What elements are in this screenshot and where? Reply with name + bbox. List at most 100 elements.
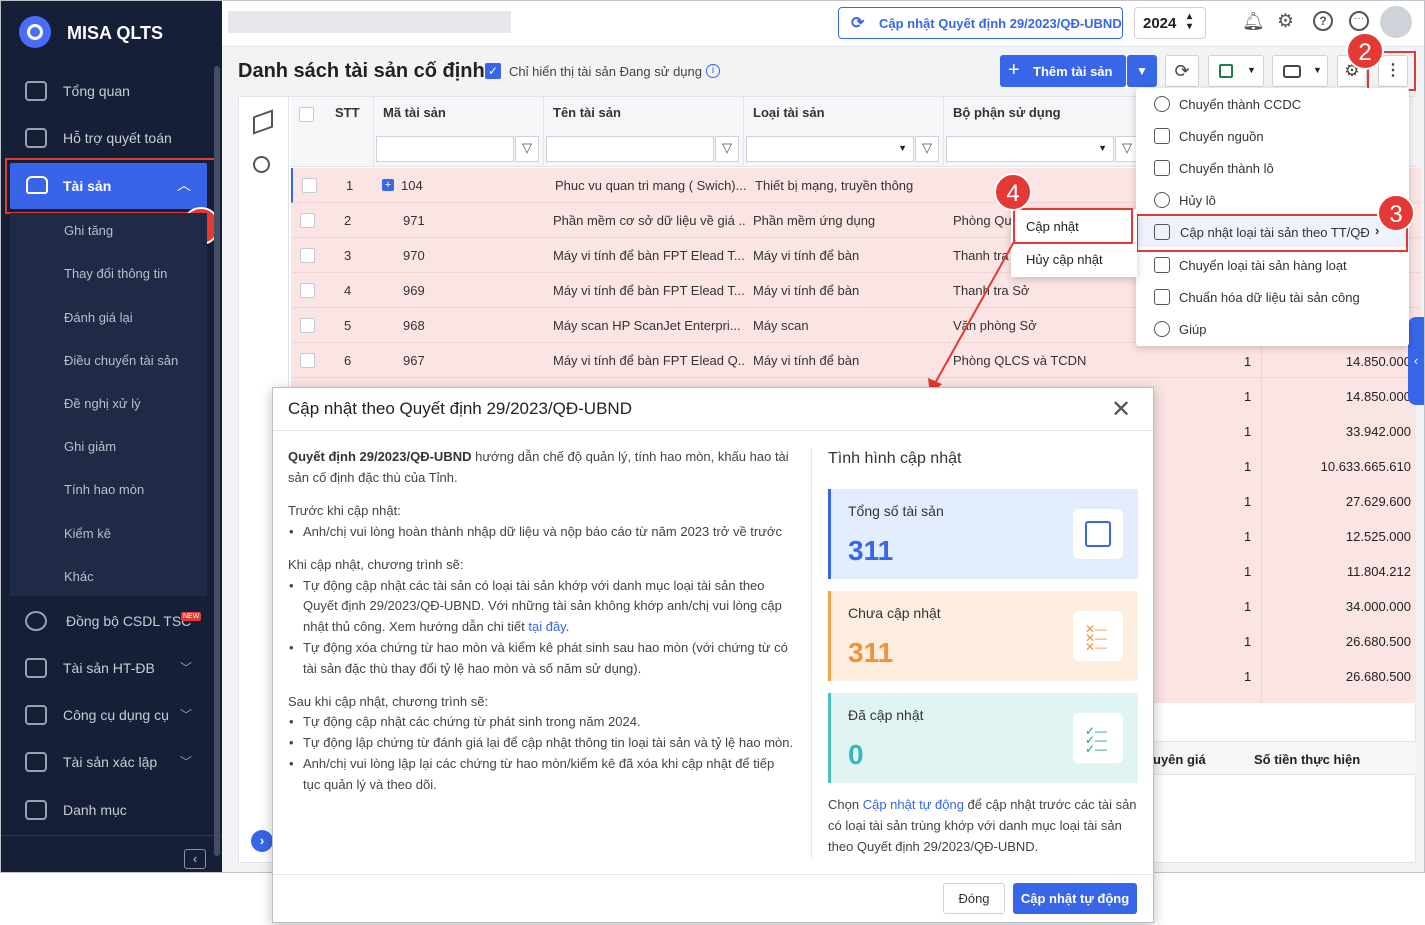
select-all-checkbox[interactable] xyxy=(299,107,314,122)
show-in-use-checkbox[interactable]: ✓ xyxy=(485,63,501,79)
add-asset-dropdown[interactable]: ▼ xyxy=(1127,55,1157,87)
highlight-box-1 xyxy=(5,158,216,214)
submenu-item-inventory[interactable]: Kiểm kê xyxy=(64,526,111,541)
sparkle-document-icon xyxy=(1154,289,1170,305)
menu-item-change-source[interactable]: Chuyển nguồn xyxy=(1136,121,1409,151)
row-checkbox[interactable] xyxy=(300,283,315,298)
list-icon xyxy=(25,800,47,820)
sidebar-item-overview[interactable]: Tổng quan xyxy=(1,71,216,111)
refresh-icon: ⟳ xyxy=(851,15,865,32)
info-icon[interactable]: i xyxy=(706,64,720,78)
sidebar-item-settlement[interactable]: Hỗ trợ quyết toán xyxy=(1,118,216,158)
stepper-icon: ▴ ▾ xyxy=(1187,11,1193,32)
submenu-item-decrease[interactable]: Ghi giảm xyxy=(64,439,116,454)
submenu-cancel-update[interactable]: Hủy cập nhật xyxy=(1026,252,1103,267)
qty-cell: 1 xyxy=(1244,459,1252,474)
filter-select-department[interactable]: ▼ xyxy=(946,136,1114,162)
close-icon[interactable]: ✕ xyxy=(1111,395,1131,424)
bell-icon[interactable]: 🔔︎ xyxy=(1242,11,1265,32)
sidebar-item-sync[interactable]: Đồng bộ CSDL TSC NEW xyxy=(1,601,216,641)
page-title: Danh sách tài sản cố định xyxy=(238,60,485,82)
qty-cell: 1 xyxy=(1244,389,1252,404)
submenu-item-increase[interactable]: Ghi tăng xyxy=(64,223,113,238)
convert-icon xyxy=(1154,96,1170,112)
column-header-code[interactable]: Mã tài sản xyxy=(383,105,446,120)
filter-select-type[interactable]: ▼ xyxy=(746,136,914,162)
filter-icon[interactable]: ▽ xyxy=(515,136,539,162)
gear-icon[interactable]: ⚙ xyxy=(1277,10,1294,33)
search-icon[interactable] xyxy=(253,156,270,173)
expand-panel-icon[interactable]: › xyxy=(251,830,273,852)
menu-item-cancel-lot[interactable]: Hủy lô xyxy=(1136,185,1409,215)
submenu-item-change-info[interactable]: Thay đổi thông tin xyxy=(64,266,167,281)
step-badge-3: 3 xyxy=(1377,194,1415,232)
qty-cell: 1 xyxy=(1244,424,1252,439)
stat-updated: Đã cập nhật 0 ✓— ✓— ✓— xyxy=(828,693,1138,783)
value-cell: 14.850.000 xyxy=(1345,389,1411,404)
column-header-department[interactable]: Bộ phận sử dụng xyxy=(953,105,1061,120)
auto-update-link[interactable]: Cập nhật tự động xyxy=(863,797,964,812)
sidebar-item-tools[interactable]: Công cụ dụng cụ ﹀ xyxy=(1,695,216,735)
submenu-item-revaluation[interactable]: Đánh giá lại xyxy=(64,310,133,325)
menu-item-standardize-data[interactable]: Chuẩn hóa dữ liệu tài sản công xyxy=(1136,282,1409,312)
excel-export-button[interactable]: ▼ xyxy=(1208,55,1264,87)
filter-icon[interactable]: ▽ xyxy=(915,136,939,162)
car-icon xyxy=(25,752,47,772)
value-cell: 14.850.000 xyxy=(1345,354,1411,369)
filter-input-name[interactable] xyxy=(546,136,714,162)
submenu-item-transfer[interactable]: Điều chuyển tài sản xyxy=(64,353,178,368)
excel-icon xyxy=(1219,64,1233,78)
table-row[interactable]: 6 967 Máy vi tính để bàn FPT Elead Q... … xyxy=(291,343,1421,378)
misa-logo-icon xyxy=(19,16,51,48)
qty-cell: 1 xyxy=(1244,494,1252,509)
filter-icon[interactable]: ▽ xyxy=(715,136,739,162)
close-button[interactable]: Đóng xyxy=(943,883,1005,914)
add-asset-button[interactable]: + Thêm tài sản xyxy=(1000,55,1126,87)
value-cell: 33.942.000 xyxy=(1345,424,1411,439)
row-checkbox[interactable] xyxy=(300,213,315,228)
menu-item-help[interactable]: Giúp xyxy=(1136,314,1409,344)
sidebar-item-infrastructure[interactable]: Tài sản HT-ĐB ﹀ xyxy=(1,648,216,688)
checklist-x-icon: ✕— ✕— ✕— xyxy=(1073,611,1123,661)
menu-item-convert-lot[interactable]: Chuyển thành lô xyxy=(1136,153,1409,183)
update-decision-button[interactable]: ⟳ Cập nhật Quyết định 29/2023/QĐ-UBND xyxy=(838,7,1123,39)
stat-total: Tổng số tài sản 311 xyxy=(828,489,1138,579)
reload-icon[interactable]: ⟳ xyxy=(1165,55,1199,87)
print-button[interactable]: ▼ xyxy=(1272,55,1328,87)
row-checkbox[interactable] xyxy=(300,248,315,263)
row-checkbox[interactable] xyxy=(300,353,315,368)
submenu-item-disposal-request[interactable]: Đề nghị xử lý xyxy=(64,396,141,411)
sidebar-item-catalog[interactable]: Danh mục xyxy=(1,790,216,830)
side-panel-toggle[interactable]: ‹ xyxy=(1408,317,1424,405)
chevron-down-icon: ﹀ xyxy=(179,755,192,769)
chat-icon[interactable]: ··· xyxy=(1349,11,1369,31)
menu-item-convert-ccdc[interactable]: Chuyển thành CCDC xyxy=(1136,89,1409,119)
expand-row-icon[interactable]: + xyxy=(382,179,394,191)
road-icon xyxy=(25,658,47,678)
layers-icon xyxy=(1154,257,1170,273)
value-cell: 26.680.500 xyxy=(1345,634,1411,649)
year-selector[interactable]: 2024 ▴ ▾ xyxy=(1134,7,1206,39)
submenu-item-other[interactable]: Khác xyxy=(64,569,94,584)
row-checkbox[interactable] xyxy=(302,178,317,193)
column-header-name[interactable]: Tên tài sản xyxy=(553,105,621,120)
intro-decision: Quyết định 29/2023/QĐ-UBND xyxy=(288,449,472,464)
guide-link[interactable]: tại đây xyxy=(528,619,565,634)
filter-input-code[interactable] xyxy=(376,136,514,162)
menu-item-bulk-change-type[interactable]: Chuyển loại tài sản hàng loạt xyxy=(1136,250,1409,280)
help-icon[interactable]: ? xyxy=(1313,11,1333,31)
clipboard-icon xyxy=(25,128,47,148)
submenu-item-depreciation[interactable]: Tính hao mòn xyxy=(64,482,144,497)
column-header-stt[interactable]: STT xyxy=(335,105,360,120)
collapse-sidebar-icon[interactable]: ‹ xyxy=(184,849,206,869)
row-checkbox[interactable] xyxy=(300,318,315,333)
grid-icon xyxy=(1073,509,1123,559)
pointer-arrow xyxy=(928,239,1016,395)
auto-update-button[interactable]: Cập nhật tự động xyxy=(1013,883,1137,914)
sidebar-scrollbar[interactable] xyxy=(214,66,220,856)
sidebar-item-established-assets[interactable]: Tài sản xác lập ﹀ xyxy=(1,742,216,782)
avatar[interactable] xyxy=(1380,6,1412,38)
column-header-type[interactable]: Loại tài sản xyxy=(753,105,825,120)
help-icon xyxy=(1154,321,1170,337)
qty-cell: 1 xyxy=(1244,564,1252,579)
